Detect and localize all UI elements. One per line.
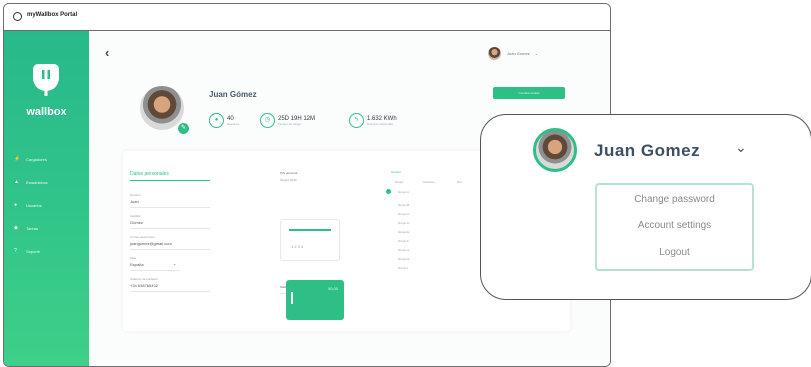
list-item[interactable]: Grupo I — [398, 266, 408, 270]
window-circle-icon — [13, 12, 22, 21]
header-user-name: Juan Gomez — [507, 51, 530, 56]
selected-dot-icon — [386, 189, 391, 194]
list-item[interactable]: Grupo F — [398, 239, 409, 243]
sidebar-item-estadisticas[interactable]: ▲ Estadísticas — [14, 178, 48, 186]
stat-charge-time: ◷ 25D 19H 12M Tiempo de carga — [260, 113, 315, 128]
chevron-down-icon[interactable]: ⌄ — [735, 139, 747, 156]
groups-header-group: Grupo — [395, 180, 404, 184]
rfid-card[interactable]: 00,00 — [286, 280, 344, 320]
status-button[interactable]: Cambiar estado — [493, 87, 565, 99]
stat-value: 25D 19H 12M — [278, 115, 316, 122]
user-dropdown-menu: Change password Account settings Logout — [595, 183, 754, 271]
stat-value: 1.632 KWh — [367, 115, 397, 122]
wallbox-logo-icon — [33, 64, 59, 96]
list-item[interactable]: Grupo H — [398, 257, 409, 261]
country-select[interactable]: España — [130, 262, 144, 267]
app-title: myWallbox Portal — [27, 12, 78, 18]
zoomed-user-menu-callout: Juan Gomez ⌄ Change password Account set… — [480, 114, 811, 300]
energy-icon: ϟ — [349, 113, 364, 128]
field-label: Apellido — [130, 214, 141, 218]
groups-header-users: Usuarios — [423, 180, 435, 184]
sidebar-item-label: Tareas — [26, 225, 39, 231]
support-icon: ? — [14, 247, 17, 254]
email-field[interactable]: juangomez@gmail.com — [130, 241, 172, 246]
pin-bar — [289, 229, 331, 231]
card-stripe-icon — [291, 292, 293, 304]
list-item[interactable]: Grupo A — [398, 190, 409, 194]
sidebar: wallbox ⚡ Cargadores ▲ Estadísticas ● Us… — [4, 31, 89, 366]
field-label: País — [130, 256, 137, 260]
list-item[interactable]: Grupo C — [398, 212, 409, 216]
sidebar-item-tareas[interactable]: ◆ Tareas — [14, 224, 38, 232]
rfid-label: Tarjeta RFID — [280, 178, 297, 182]
phone-field[interactable]: +34 638765432 — [130, 283, 158, 288]
profile-avatar — [140, 86, 184, 130]
back-arrow-icon[interactable]: ‹ — [105, 45, 109, 60]
list-item[interactable]: Grupo D — [398, 221, 409, 225]
groups-title: Grupos — [391, 170, 401, 174]
field-label: Teléfono de contacto — [130, 277, 158, 281]
field-label: Nombre — [130, 193, 141, 197]
first-name-field[interactable]: Juan — [130, 199, 139, 204]
stat-label: Sesiones — [227, 121, 240, 126]
sidebar-item-label: Cargadores — [26, 156, 47, 162]
pin-card: 1 2 3 4 — [280, 219, 340, 261]
statistics-icon: ▲ — [14, 178, 19, 185]
field-label: Correo electrónico — [130, 235, 155, 239]
sidebar-item-cargadores[interactable]: ⚡ Cargadores — [14, 155, 47, 163]
title-bar: myWallbox Portal — [4, 4, 610, 31]
user-name[interactable]: Juan Gomez — [594, 141, 700, 161]
pin-title: PIN personal — [280, 171, 298, 175]
stat-sessions: ● 40 Sesiones — [209, 113, 239, 128]
stat-label: Energía consumida — [367, 121, 393, 126]
sidebar-item-label: Estadísticas — [26, 179, 48, 185]
edit-avatar-icon[interactable]: ✎ — [177, 122, 190, 135]
field-underline — [130, 228, 210, 229]
list-item[interactable]: Grupo G — [398, 248, 410, 252]
profile-name: Juan Gómez — [209, 90, 257, 99]
groups-header-role: Rol — [457, 180, 462, 184]
personal-data-title: Datos personales — [130, 171, 169, 177]
list-item[interactable]: Grupo B — [398, 203, 409, 207]
field-underline — [130, 291, 210, 292]
tasks-icon: ◆ — [14, 224, 18, 231]
sidebar-item-usuarios[interactable]: ● Usuarios — [14, 201, 42, 209]
avatar — [533, 128, 577, 172]
sidebar-item-soporte[interactable]: ? Soporte — [14, 247, 40, 255]
brand-name: wallbox — [26, 106, 67, 118]
sidebar-item-label: Usuarios — [26, 202, 42, 208]
account-settings-menu-item[interactable]: Account settings — [597, 220, 752, 231]
header-user-menu[interactable]: Juan Gomez ⌄ — [488, 47, 538, 60]
section-divider — [130, 180, 210, 181]
stat-energy: ϟ 1.632 KWh Energía consumida — [349, 113, 397, 128]
field-underline — [130, 270, 180, 271]
list-item[interactable]: Grupo E — [398, 230, 409, 234]
field-underline — [130, 207, 210, 208]
charger-stat-icon: ● — [209, 113, 224, 128]
card-value: 00,00 — [327, 286, 338, 291]
field-underline — [130, 249, 210, 250]
users-icon: ● — [14, 201, 18, 208]
stat-label: Tiempo de carga — [278, 121, 301, 126]
logout-menu-item[interactable]: Logout — [597, 247, 752, 258]
last-name-field[interactable]: Gómez — [130, 220, 143, 225]
chevron-down-icon: ⌄ — [173, 261, 177, 266]
clock-icon: ◷ — [260, 113, 275, 128]
sidebar-item-label: Soporte — [26, 248, 41, 254]
chevron-down-icon: ⌄ — [534, 51, 539, 56]
avatar — [488, 47, 501, 60]
charger-icon: ⚡ — [14, 155, 21, 162]
pin-digits[interactable]: 1 2 3 4 — [291, 244, 303, 249]
change-password-menu-item[interactable]: Change password — [597, 194, 752, 205]
